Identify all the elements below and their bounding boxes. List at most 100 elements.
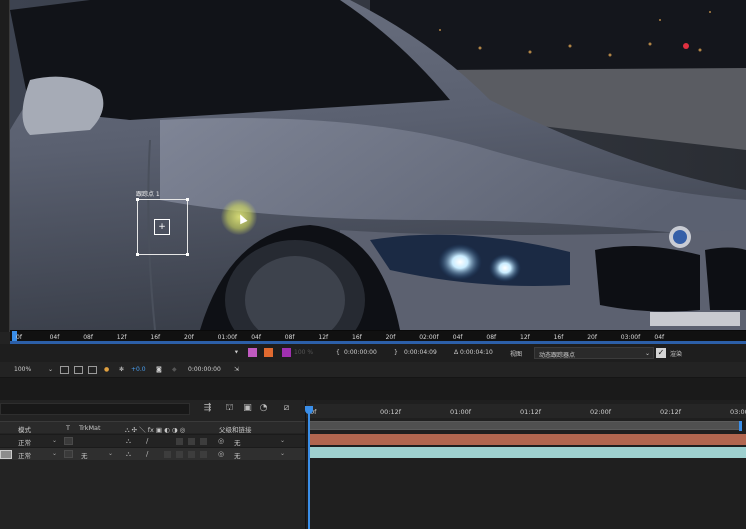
view-select[interactable]: 动态跟踪器点 ⌄ <box>534 347 654 359</box>
in-bracket-icon[interactable]: { <box>336 349 340 356</box>
pick-whip-icon[interactable]: ◎ <box>218 437 224 445</box>
switch-slot[interactable] <box>200 438 207 445</box>
exposure-value[interactable]: +0.0 <box>131 366 146 373</box>
out-bracket-icon[interactable]: } <box>394 349 398 356</box>
fit-view-icon[interactable] <box>60 366 69 374</box>
draft-3d-icon[interactable]: ⛫ <box>224 403 235 413</box>
switch-slot[interactable] <box>176 451 183 458</box>
ruler-tick-label: 16f <box>150 334 161 341</box>
mask-icon[interactable] <box>88 366 97 374</box>
ruler-tick-label: 08f <box>83 334 93 341</box>
switch-slot[interactable] <box>200 451 207 458</box>
end-time-readout[interactable]: 0:00:04:09 <box>404 349 437 356</box>
parent-select[interactable]: 无 <box>234 450 241 460</box>
layer-duration-bar[interactable] <box>308 447 746 458</box>
camera-icon[interactable]: ◙ <box>156 366 162 373</box>
exposure-icon[interactable]: ✻ <box>119 366 124 373</box>
render-checkbox[interactable]: ✓ <box>656 348 666 358</box>
parent-select[interactable]: 无 <box>234 437 241 447</box>
chevron-down-icon: ⌄ <box>108 450 114 457</box>
comp-mini-flowchart-icon[interactable]: ⇶ <box>202 403 213 413</box>
switch-slot[interactable] <box>176 438 183 445</box>
shy-switch-icon[interactable]: ⛬ <box>126 437 131 446</box>
timeline-graph[interactable]: 0f00:12f01:00f01:12f02:00f02:12f03:00f <box>305 400 746 529</box>
footage-image <box>10 0 746 330</box>
viewer-toolbar: 100% ⌄ ● ✻ +0.0 ◙ ◆ 0:00:00:00 ⇲ <box>0 362 746 378</box>
search-region-handle-tr[interactable] <box>186 198 189 201</box>
ruler-tick-label: 04f <box>251 334 261 341</box>
graph-editor-icon[interactable]: ⧄ <box>281 403 292 413</box>
timeline-ruler-label: 03:00f <box>730 408 746 416</box>
layer-column-header: 模式 T TrkMat ⛬ ✣ ＼ fx ▣ ◐ ◑ ◎ 父级和链接 <box>0 421 305 434</box>
channel-icon[interactable]: ● <box>104 366 109 373</box>
layer-duration-bar[interactable] <box>308 434 746 445</box>
show-snapshot-icon[interactable]: ◆ <box>172 366 177 373</box>
preserve-transparency-toggle[interactable] <box>64 450 73 458</box>
switch-slot[interactable] <box>188 438 195 445</box>
quality-switch-icon[interactable]: / <box>146 450 148 458</box>
track-point-label: 跟踪点 1 <box>136 191 160 198</box>
render-label: 渲染 <box>670 351 683 358</box>
trkmat-select[interactable]: 无 <box>81 450 88 460</box>
chevron-down-icon: ⌄ <box>52 450 58 457</box>
column-t[interactable]: T <box>66 424 70 432</box>
grid-icon[interactable] <box>74 366 83 374</box>
ruler-tick-label: 08f <box>486 334 497 341</box>
region-icon[interactable]: ⇲ <box>234 366 239 373</box>
chevron-down-icon[interactable]: ⌄ <box>48 366 53 373</box>
timeline-ruler-label: 01:12f <box>520 408 542 416</box>
layer-row[interactable]: 正常 ⌄ ⛬ / ◎ 无 ⌄ <box>0 434 305 447</box>
zoom-select[interactable]: 100% <box>14 366 31 373</box>
footage-frame-bmw-car[interactable] <box>10 0 746 330</box>
timeline-ruler-label: 01:00f <box>450 408 472 416</box>
ruler-tick-label: 02:00f <box>419 334 439 341</box>
color-swatch-orange[interactable] <box>264 348 273 357</box>
track-attach-point-icon[interactable]: + <box>157 222 167 232</box>
quality-switch-icon[interactable]: / <box>146 437 148 445</box>
layer-mode-select[interactable]: 正常 <box>18 437 31 447</box>
work-area-end-handle[interactable] <box>739 421 742 431</box>
search-region-handle-bl[interactable] <box>136 253 139 256</box>
switch-slot[interactable] <box>188 451 195 458</box>
panel-divider <box>0 378 746 400</box>
timeline-time-ruler[interactable]: 0f00:12f01:00f01:12f02:00f02:12f03:00f <box>306 404 746 418</box>
switch-slot[interactable] <box>164 451 171 458</box>
work-area-bar[interactable] <box>308 421 742 431</box>
chevron-down-icon: ⌄ <box>280 437 286 444</box>
preserve-transparency-toggle[interactable] <box>64 437 73 445</box>
ruler-tick-label: 12f <box>116 334 127 341</box>
ruler-tick-label: 12f <box>318 334 329 341</box>
duration-readout: Δ 0:00:04:10 <box>454 349 493 356</box>
timeline-playhead[interactable] <box>305 406 313 529</box>
start-time-readout[interactable]: 0:00:00:00 <box>344 349 377 356</box>
color-swatch-purple[interactable] <box>282 348 291 357</box>
shy-layers-icon[interactable]: ▣ <box>242 403 253 413</box>
chevron-down-icon: ⌄ <box>645 350 651 357</box>
shy-switch-icon[interactable]: ⛬ <box>126 450 131 459</box>
column-trkmat[interactable]: TrkMat <box>79 424 101 432</box>
current-time-readout[interactable]: 0:00:00:00 <box>188 366 221 373</box>
timeline-search-input[interactable] <box>0 403 190 415</box>
search-region-handle-tl[interactable] <box>136 198 139 201</box>
column-mode[interactable]: 模式 <box>18 424 31 434</box>
color-swatch-magenta[interactable] <box>248 348 257 357</box>
ruler-tick-label: 04f <box>452 334 463 341</box>
view-label: 视图 <box>510 351 523 358</box>
search-region-handle-br[interactable] <box>186 253 189 256</box>
timeline-ruler-label: 00:12f <box>380 408 402 416</box>
pick-whip-icon[interactable]: ◎ <box>218 450 224 458</box>
layer-label-color[interactable] <box>0 450 12 459</box>
motion-blur-icon[interactable]: ◔ <box>258 403 269 413</box>
ruler-tick-label: 20f <box>385 334 396 341</box>
ruler-tick-label: 20f <box>587 334 597 341</box>
ruler-tick-label: 03:00f <box>620 334 641 341</box>
layer-row[interactable]: 正常 ⌄ 无 ⌄ ⛬ / ◎ 无 ⌄ <box>0 447 305 460</box>
ruler-tick-label: 04f <box>49 334 60 341</box>
in-point-icon[interactable]: ⯆ <box>234 349 239 357</box>
layer-mode-select[interactable]: 正常 <box>18 450 31 460</box>
composition-viewer[interactable]: 跟踪点 1 + <box>0 0 746 332</box>
playhead-handle[interactable] <box>305 406 313 414</box>
ruler-tick-label: 16f <box>352 334 362 341</box>
layer-time-ruler[interactable]: 0f 04f 08f 12f 16f 20f 01:00f 04f 08f 12f 16f 20f 02… <box>10 330 746 345</box>
column-parent[interactable]: 父级和链接 <box>219 424 252 434</box>
